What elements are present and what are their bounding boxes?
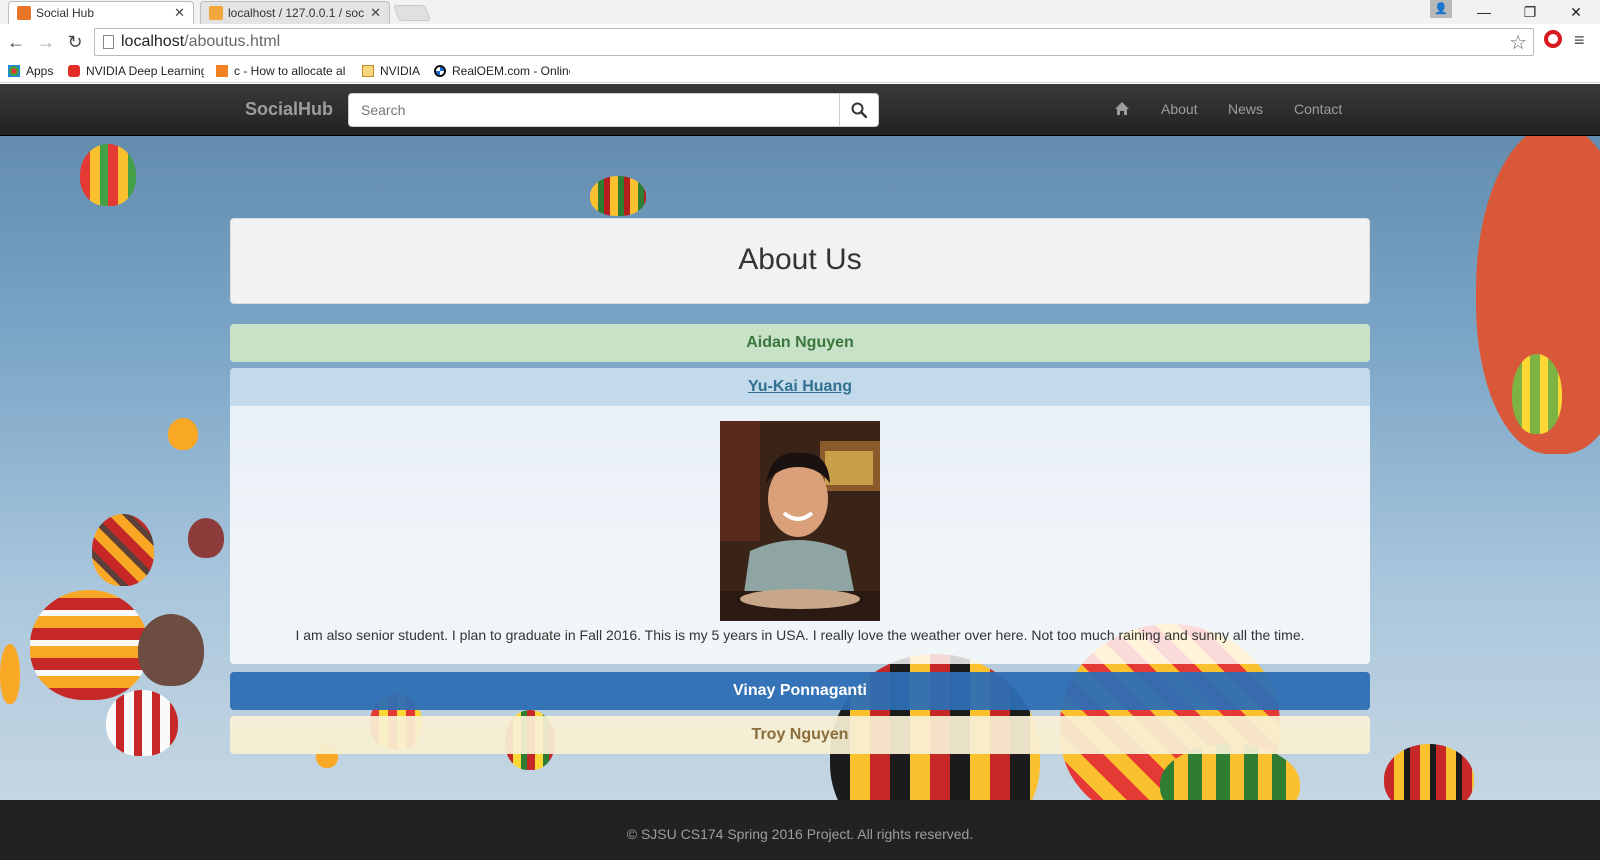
- bookmark-label: c - How to allocate al: [234, 64, 346, 78]
- forward-icon[interactable]: →: [34, 30, 58, 54]
- browser-tabstrip: Social Hub ✕ localhost / 127.0.0.1 / soc…: [0, 0, 1600, 24]
- member-panel-body: I am also senior student. I plan to grad…: [230, 406, 1370, 664]
- footer-copyright: © SJSU CS174 Spring 2016 Project. All ri…: [626, 826, 974, 842]
- folder-icon: [362, 65, 374, 77]
- member-name: Vinay Ponnaganti: [733, 682, 867, 699]
- close-tab-icon[interactable]: ✕: [370, 5, 381, 21]
- balloon-image: [168, 418, 198, 450]
- page-icon: [103, 35, 114, 49]
- brand-logo[interactable]: SocialHub: [245, 99, 333, 120]
- window-close-icon[interactable]: ✕: [1554, 0, 1598, 24]
- member-panel-yu-kai-huang[interactable]: Yu-Kai Huang: [230, 368, 1370, 406]
- browser-tab-social-hub[interactable]: Social Hub ✕: [8, 1, 194, 24]
- site-navbar: SocialHub About News Contact: [0, 84, 1600, 136]
- stackoverflow-icon: [216, 65, 228, 77]
- xampp-favicon-icon: [17, 6, 31, 20]
- member-bio: I am also senior student. I plan to grad…: [295, 627, 1305, 643]
- apps-icon: [8, 65, 20, 77]
- site-footer: © SJSU CS174 Spring 2016 Project. All ri…: [0, 800, 1600, 860]
- bookmark-nvidia-deep-learning[interactable]: NVIDIA Deep Learning: [68, 64, 204, 78]
- new-tab-button[interactable]: [393, 5, 431, 21]
- bookmark-nvidia-folder[interactable]: NVIDIA: [362, 64, 420, 78]
- member-panel-aidan-nguyen[interactable]: Aidan Nguyen: [230, 324, 1370, 362]
- member-panel-troy-nguyen[interactable]: Troy Nguyen: [230, 716, 1370, 754]
- about-us-header-panel: About Us: [230, 218, 1370, 304]
- bookmark-apps[interactable]: Apps: [8, 64, 53, 78]
- balloon-image: [138, 614, 204, 686]
- member-name: Aidan Nguyen: [746, 334, 854, 351]
- member-name[interactable]: Yu-Kai Huang: [748, 378, 852, 396]
- balloon-image: [106, 690, 178, 756]
- minimize-icon[interactable]: —: [1462, 0, 1506, 24]
- tab-title: localhost / 127.0.0.1 / soc: [228, 6, 365, 20]
- balloon-image: [1512, 354, 1562, 434]
- browser-tab-phpmyadmin[interactable]: localhost / 127.0.0.1 / soc ✕: [200, 1, 390, 24]
- bookmarks-bar: Apps NVIDIA Deep Learning c - How to all…: [0, 60, 1600, 83]
- balloon-image: [188, 518, 224, 558]
- page-title: About Us: [738, 243, 862, 276]
- balloon-image: [0, 644, 20, 704]
- reload-icon[interactable]: ↻: [63, 30, 87, 54]
- browser-toolbar: ← → ↻ localhost/aboutus.html ☆: [0, 24, 1600, 60]
- member-photo: [720, 421, 880, 621]
- address-bar[interactable]: localhost/aboutus.html ☆: [94, 28, 1534, 56]
- bmw-icon: [434, 65, 446, 77]
- bookmark-label: NVIDIA Deep Learning: [86, 64, 204, 78]
- bookmark-label: NVIDIA: [380, 64, 421, 78]
- balloon-image: [92, 514, 154, 586]
- nav-link-about[interactable]: About: [1161, 101, 1198, 117]
- opera-extension-icon[interactable]: [1544, 30, 1562, 48]
- bookmark-realoem[interactable]: RealOEM.com - Online: [434, 64, 570, 78]
- search-input[interactable]: [348, 93, 840, 127]
- close-tab-icon[interactable]: ✕: [174, 5, 185, 21]
- youtube-icon: [68, 65, 80, 77]
- balloon-image: [30, 590, 148, 700]
- profile-icon[interactable]: 👤: [1430, 0, 1452, 18]
- bookmark-stackoverflow[interactable]: c - How to allocate al: [216, 64, 350, 78]
- browser-menu-icon[interactable]: ≡: [1574, 30, 1585, 51]
- bookmark-label: Apps: [26, 64, 54, 78]
- nav-link-contact[interactable]: Contact: [1294, 101, 1342, 117]
- back-icon[interactable]: ←: [4, 30, 28, 54]
- member-panel-vinay-ponnaganti[interactable]: Vinay Ponnaganti: [230, 672, 1370, 710]
- search-button[interactable]: [839, 93, 879, 127]
- balloon-image: [590, 176, 646, 216]
- bookmark-label: RealOEM.com - Online: [452, 64, 570, 78]
- balloon-image: [80, 144, 136, 206]
- restore-icon[interactable]: ❐: [1508, 0, 1552, 24]
- home-icon[interactable]: [1114, 101, 1130, 116]
- tab-title: Social Hub: [36, 6, 95, 20]
- nav-link-news[interactable]: News: [1228, 101, 1263, 117]
- url-text: localhost/aboutus.html: [121, 33, 281, 50]
- phpmyadmin-favicon-icon: [209, 6, 223, 20]
- web-page: SocialHub About News Contact About Us Ai…: [0, 84, 1600, 860]
- search-icon: [851, 102, 867, 118]
- member-name: Troy Nguyen: [751, 726, 849, 743]
- bookmark-star-icon[interactable]: ☆: [1509, 30, 1527, 55]
